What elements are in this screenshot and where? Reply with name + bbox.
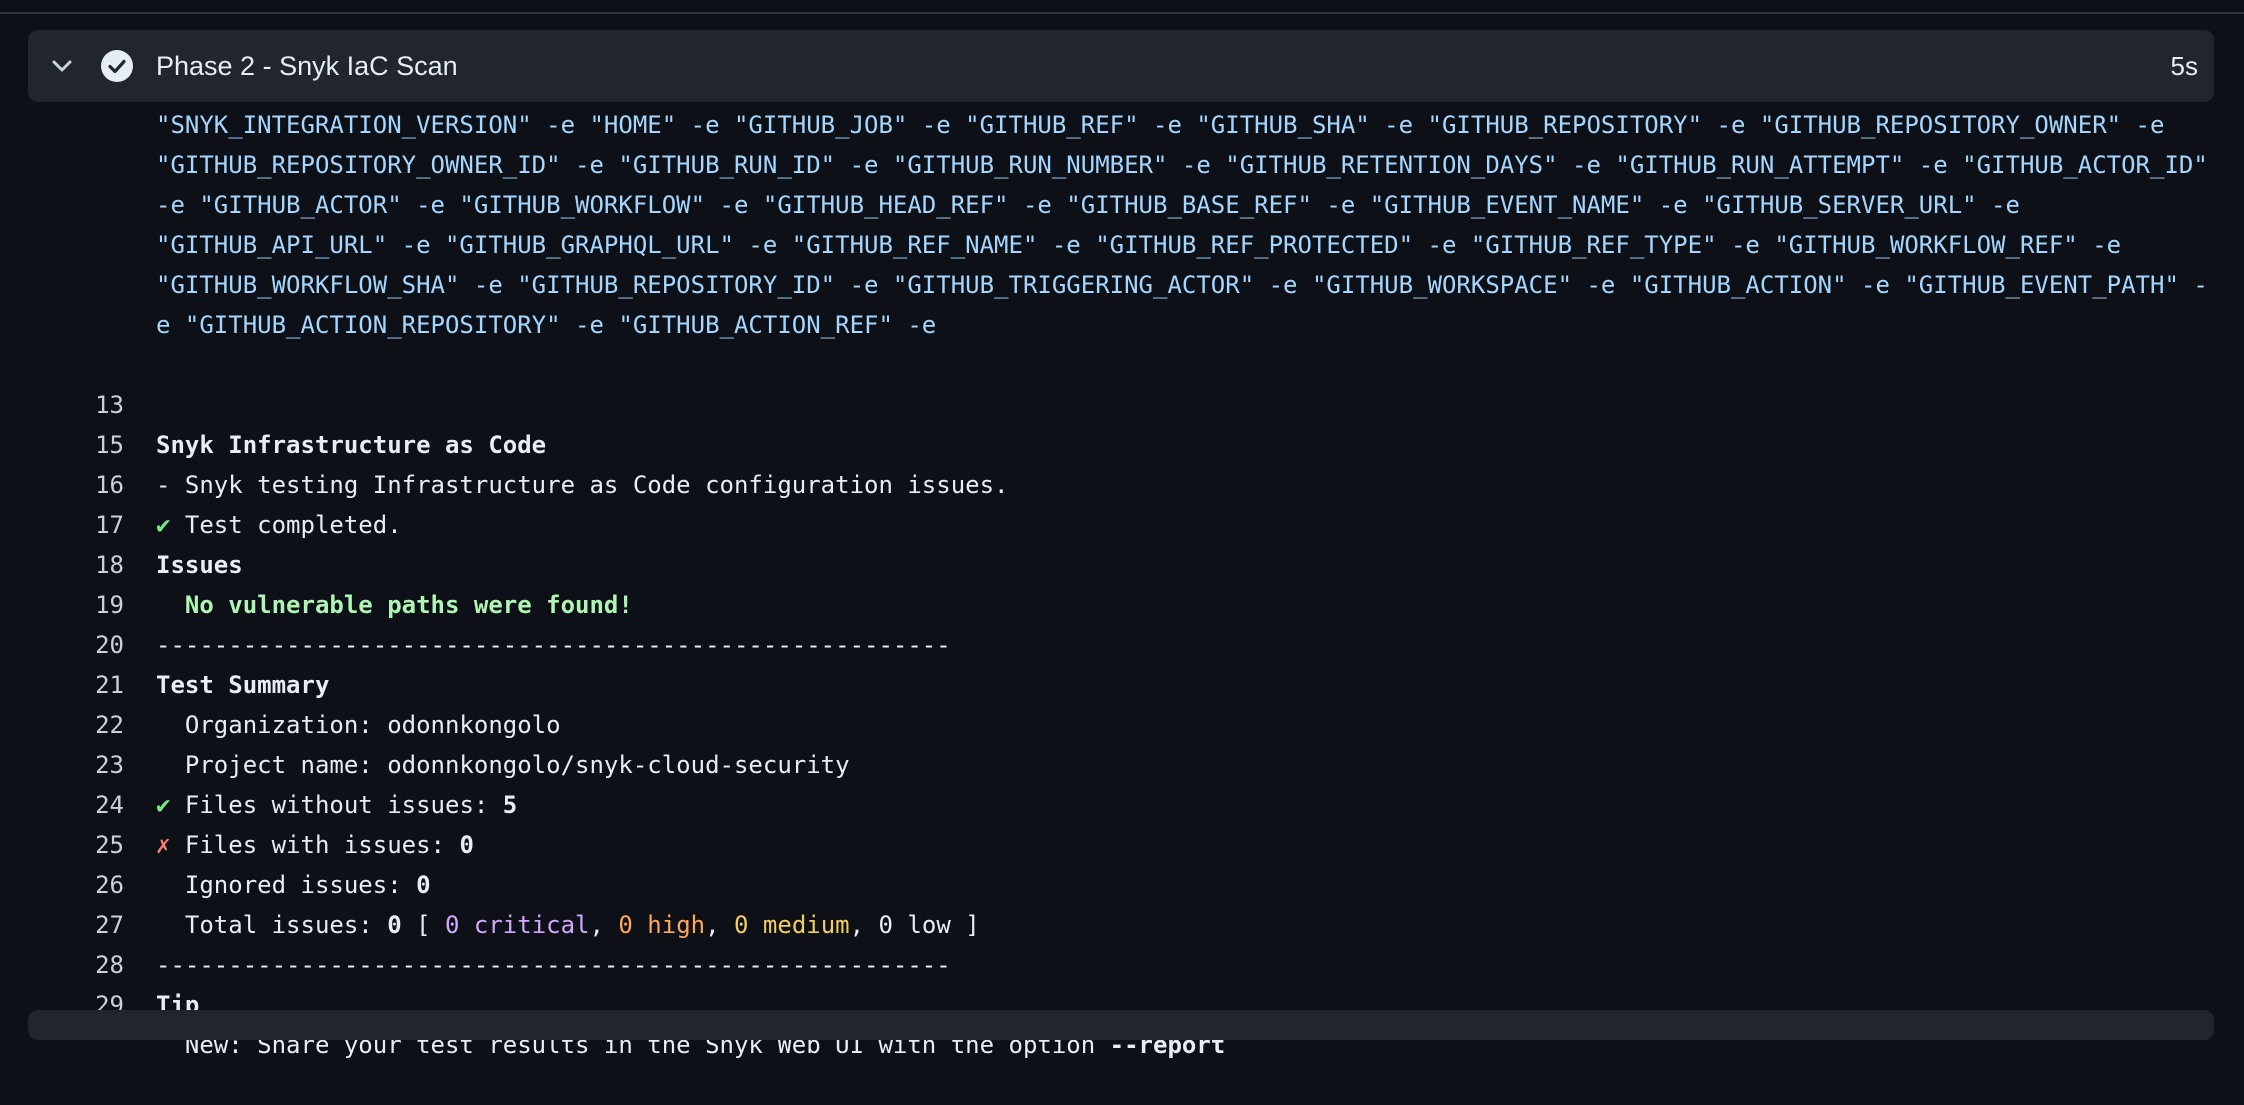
log-line-wrapped: "GITHUB_WORKFLOW_SHA" -e "GITHUB_REPOSIT… [156,271,2208,299]
log-line: 15 - Snyk testing Infrastructure as Code… [0,385,2244,499]
next-step-header[interactable] [28,1010,2214,1040]
step-header[interactable]: Phase 2 - Snyk IaC Scan 5s [28,30,2214,102]
log-line: 20 Test Summary [0,585,2244,699]
log-line: 19 -------------------------------------… [0,545,2244,659]
check-circle-icon [101,50,133,82]
log-line: 26 Total issues: 0 [ 0 critical, 0 high,… [0,825,2244,939]
log-line-wrapped: "GITHUB_REPOSITORY_OWNER_ID" -e "GITHUB_… [156,151,2208,179]
log-line: 24 ✗ Files with issues: 0 [0,745,2244,859]
log-line: 18 No vulnerable paths were found! [0,505,2244,619]
chevron-down-icon[interactable] [48,52,76,80]
step-title: Phase 2 - Snyk IaC Scan [156,51,458,81]
log-line-wrapped: e "GITHUB_ACTION_REPOSITORY" -e "GITHUB_… [156,311,937,339]
log-line: 25 Ignored issues: 0 [0,785,2244,899]
log-line: 16 ✔ Test completed. [0,425,2244,539]
log-line: 21 Organization: odonnkongolo [0,625,2244,739]
log-line: 17 Issues [0,465,2244,579]
log-line: 22 Project name: odonnkongolo/snyk-cloud… [0,665,2244,779]
log-line: 13 Snyk Infrastructure as Code [0,345,2244,459]
top-divider [0,12,2244,14]
log-line: 28 Tip [0,905,2244,1019]
log-line: 23 ✔ Files without issues: 5 [0,705,2244,819]
log-line: 27 -------------------------------------… [0,865,2244,979]
log-line-wrapped: -e "GITHUB_ACTOR" -e "GITHUB_WORKFLOW" -… [156,191,2020,219]
log-line: 29 New: Share your test results in the S… [0,945,2244,1059]
log-line-wrapped: "SNYK_INTEGRATION_VERSION" -e "HOME" -e … [156,111,2165,139]
log-line-wrapped: "GITHUB_API_URL" -e "GITHUB_GRAPHQL_URL"… [156,231,2122,259]
step-duration: 5s [2170,51,2198,81]
log-output: "SNYK_INTEGRATION_VERSION" -e "HOME" -e … [0,105,2244,1059]
